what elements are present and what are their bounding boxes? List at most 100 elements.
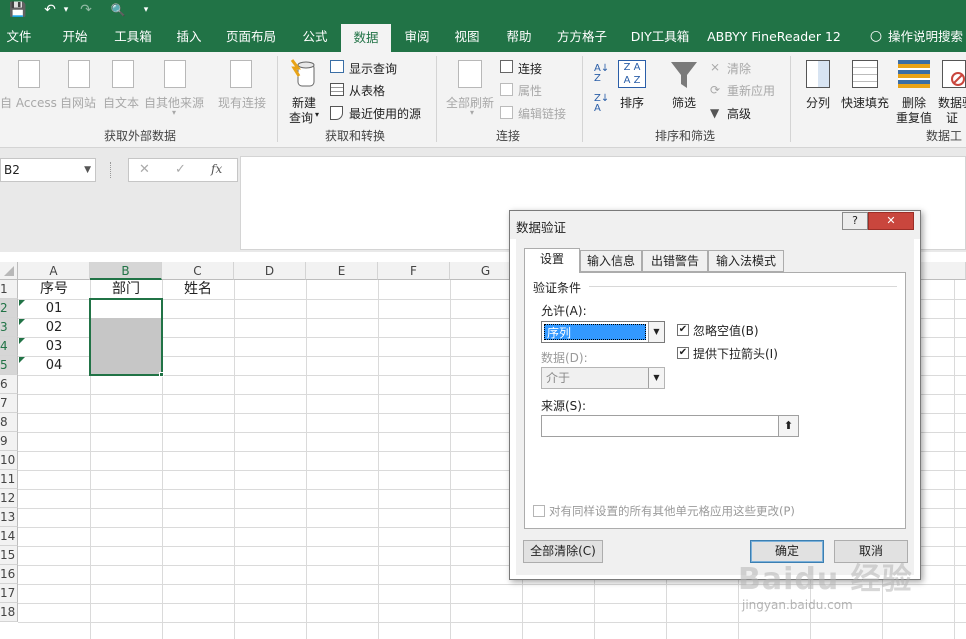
- clear-all-button[interactable]: 全部清除(C): [523, 540, 603, 563]
- tab-help[interactable]: 帮助: [494, 22, 544, 52]
- column-header-f[interactable]: F: [378, 262, 450, 280]
- text-to-columns-button[interactable]: 分列: [806, 94, 830, 111]
- name-box[interactable]: B2 ▼: [0, 158, 96, 182]
- column-header-c[interactable]: C: [162, 262, 234, 280]
- tell-me-search[interactable]: 操作说明搜索: [888, 22, 966, 52]
- fill-handle[interactable]: [159, 372, 164, 377]
- row-header-17[interactable]: 17: [0, 584, 18, 603]
- new-query-dropdown-icon[interactable]: ▾: [315, 110, 319, 119]
- formula-bar-grip[interactable]: [110, 162, 112, 178]
- cell-a2[interactable]: 01: [18, 299, 90, 318]
- tab-error-alert[interactable]: 出错警告: [642, 250, 708, 272]
- collapse-dialog-icon[interactable]: ⬆: [778, 416, 798, 436]
- row-header-15[interactable]: 15: [0, 546, 18, 565]
- cell-c1[interactable]: 姓名: [162, 280, 234, 299]
- from-table-button[interactable]: 从表格: [349, 82, 385, 99]
- tab-home[interactable]: 开始: [50, 22, 100, 52]
- save-icon[interactable]: 💾: [8, 0, 28, 22]
- apply-all-checkbox[interactable]: [533, 505, 545, 517]
- from-web-button[interactable]: 自网站: [60, 94, 96, 111]
- tab-formulas[interactable]: 公式: [290, 22, 340, 52]
- filter-button[interactable]: 筛选: [672, 94, 696, 111]
- print-preview-icon[interactable]: 🔍: [108, 0, 128, 22]
- recent-sources-button[interactable]: 最近使用的源: [349, 105, 421, 122]
- row-header-9[interactable]: 9: [0, 432, 18, 451]
- close-icon[interactable]: ✕: [868, 212, 914, 230]
- tab-toolbox[interactable]: 工具箱: [104, 22, 162, 52]
- error-indicator-icon[interactable]: [19, 300, 25, 306]
- row-header-8[interactable]: 8: [0, 413, 18, 432]
- row-header-2[interactable]: 2: [0, 299, 18, 318]
- ignore-blank-checkbox[interactable]: ✔: [677, 324, 689, 336]
- cell-a1[interactable]: 序号: [18, 280, 90, 299]
- reapply-button[interactable]: 重新应用: [727, 82, 775, 99]
- source-input[interactable]: ⬆: [541, 415, 799, 437]
- column-header-a[interactable]: A: [18, 262, 90, 280]
- flash-fill-button[interactable]: 快速填充: [841, 94, 889, 111]
- undo-dropdown-icon[interactable]: ▾: [60, 0, 72, 22]
- tab-input-message[interactable]: 输入信息: [580, 250, 642, 272]
- cell-a4[interactable]: 03: [18, 337, 90, 356]
- row-header-18[interactable]: 18: [0, 603, 18, 622]
- tab-view[interactable]: 视图: [444, 22, 490, 52]
- row-header-16[interactable]: 16: [0, 565, 18, 584]
- tab-review[interactable]: 审阅: [394, 22, 440, 52]
- row-header-14[interactable]: 14: [0, 527, 18, 546]
- chevron-down-icon[interactable]: ▼: [648, 368, 664, 388]
- error-indicator-icon[interactable]: [19, 338, 25, 344]
- cancel-formula-icon[interactable]: ✕: [139, 162, 150, 177]
- name-box-dropdown-icon[interactable]: ▼: [84, 159, 91, 181]
- row-header-12[interactable]: 12: [0, 489, 18, 508]
- properties-button[interactable]: 属性: [518, 82, 542, 99]
- row-header-1[interactable]: 1: [0, 280, 18, 299]
- undo-icon[interactable]: ↶: [40, 0, 60, 22]
- row-header-11[interactable]: 11: [0, 470, 18, 489]
- in-cell-dropdown-checkbox[interactable]: ✔: [677, 347, 689, 359]
- cell-b1[interactable]: 部门: [90, 280, 162, 299]
- row-header-4[interactable]: 4: [0, 337, 18, 356]
- show-query-button[interactable]: 显示查询: [349, 60, 397, 77]
- tab-insert[interactable]: 插入: [166, 22, 212, 52]
- column-header-b[interactable]: B: [90, 262, 162, 280]
- edit-links-button[interactable]: 编辑链接: [518, 105, 566, 122]
- column-header-d[interactable]: D: [234, 262, 306, 280]
- sort-button[interactable]: 排序: [620, 94, 644, 111]
- row-header-6[interactable]: 6: [0, 375, 18, 394]
- insert-function-icon[interactable]: fx: [211, 162, 222, 176]
- row-header-13[interactable]: 13: [0, 508, 18, 527]
- existing-connections-button[interactable]: 现有连接: [218, 94, 266, 111]
- error-indicator-icon[interactable]: [19, 319, 25, 325]
- data-select[interactable]: 介于 ▼: [541, 367, 665, 389]
- select-all-corner[interactable]: [0, 262, 18, 280]
- tab-fangfang[interactable]: 方方格子: [548, 22, 616, 52]
- from-access-button[interactable]: 自 Access: [0, 94, 57, 111]
- connections-button[interactable]: 连接: [518, 60, 542, 77]
- error-indicator-icon[interactable]: [19, 357, 25, 363]
- tab-diy-toolbox[interactable]: DIY工具箱: [620, 22, 700, 52]
- row-header-5[interactable]: 5: [0, 356, 18, 375]
- advanced-button[interactable]: 高级: [727, 105, 751, 122]
- tab-data[interactable]: 数据: [341, 24, 391, 52]
- cell-a3[interactable]: 02: [18, 318, 90, 337]
- row-header-10[interactable]: 10: [0, 451, 18, 470]
- from-text-button[interactable]: 自文本: [103, 94, 139, 111]
- clear-button[interactable]: 清除: [727, 60, 751, 77]
- sort-za-icon[interactable]: Z↓ A: [594, 94, 609, 114]
- row-header-7[interactable]: 7: [0, 394, 18, 413]
- enter-formula-icon[interactable]: ✓: [175, 162, 186, 177]
- refresh-dropdown-icon[interactable]: ▾: [470, 108, 474, 117]
- row-header-3[interactable]: 3: [0, 318, 18, 337]
- chevron-down-icon[interactable]: ▼: [648, 322, 664, 342]
- sort-az-icon[interactable]: A↓ Z: [594, 64, 609, 84]
- help-icon[interactable]: ?: [842, 212, 868, 230]
- tab-page-layout[interactable]: 页面布局: [216, 22, 286, 52]
- allow-select[interactable]: 序列 ▼: [541, 321, 665, 343]
- tab-file[interactable]: 文件: [0, 22, 38, 52]
- column-header-e[interactable]: E: [306, 262, 378, 280]
- tab-ime-mode[interactable]: 输入法模式: [708, 250, 784, 272]
- customize-qat-icon[interactable]: ▾: [140, 0, 152, 22]
- dialog-title-bar[interactable]: 数据验证 ? ✕: [510, 211, 920, 239]
- tab-settings[interactable]: 设置: [524, 248, 580, 273]
- tab-abbyy[interactable]: ABBYY FineReader 12: [706, 22, 842, 52]
- redo-icon[interactable]: ↷: [76, 0, 96, 22]
